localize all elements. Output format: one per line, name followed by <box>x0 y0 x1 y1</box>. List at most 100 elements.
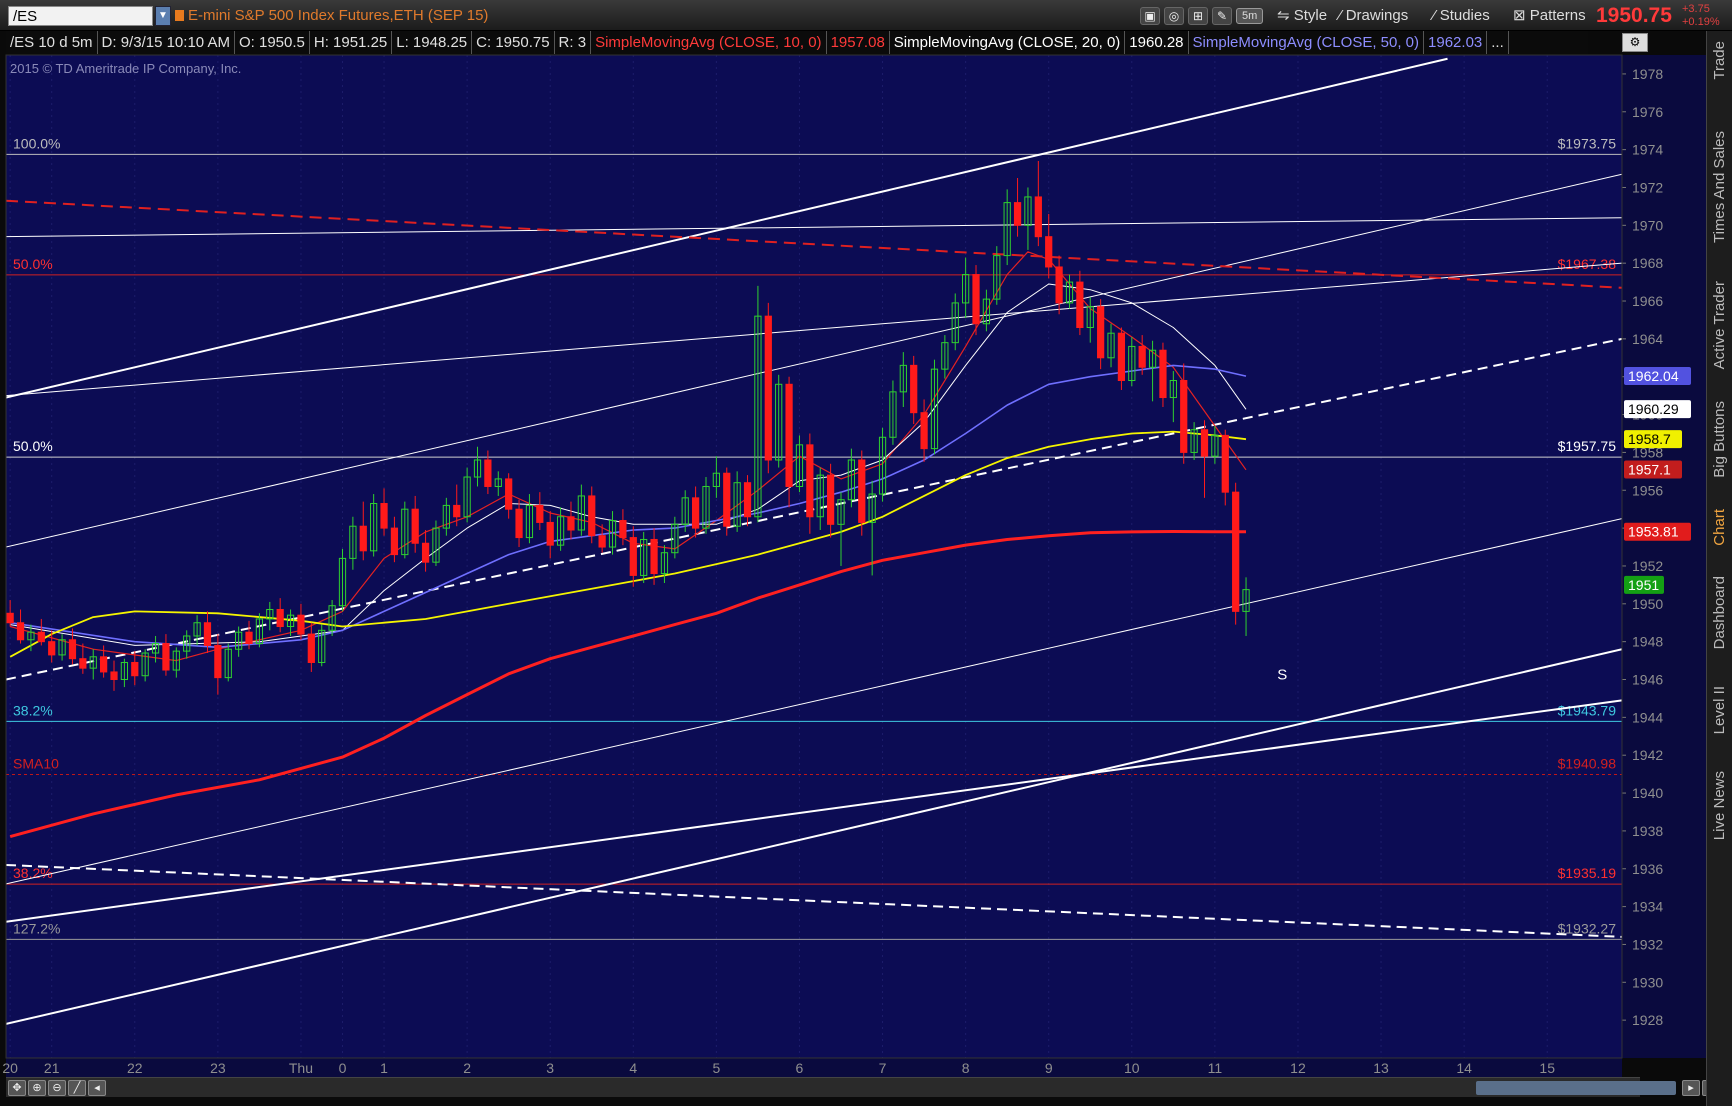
y-tick-label: 1936 <box>1632 861 1663 877</box>
right-sidebar: Trade Times And Sales Active Trader Big … <box>1706 31 1732 1106</box>
chart-scrollbar[interactable] <box>1476 1081 1676 1095</box>
y-tick-label: 1944 <box>1632 709 1663 725</box>
price-marker-label: 1958.7 <box>1628 431 1671 447</box>
candle-body <box>100 656 108 673</box>
y-tick-label: 1976 <box>1632 104 1663 120</box>
candle-body <box>1045 236 1053 268</box>
y-tick-label: 1932 <box>1632 936 1663 952</box>
fib-level-percent: 100.0% <box>13 135 60 151</box>
y-tick-label: 1950 <box>1632 596 1663 612</box>
plot-background <box>6 55 1622 1058</box>
zoom-out-icon[interactable]: ⊖ <box>48 1080 66 1096</box>
sidebar-tab-dashboard[interactable]: Dashboard <box>1707 576 1732 676</box>
x-tick-label: 12 <box>1290 1060 1306 1076</box>
candle-body <box>785 383 793 487</box>
candle-body <box>827 474 835 525</box>
sidebar-tab-trade[interactable]: Trade <box>1707 41 1732 121</box>
x-tick-label: 11 <box>1208 1060 1223 1076</box>
scroll-right-icon[interactable]: ▸ <box>1682 1080 1700 1096</box>
x-tick-label: 20 <box>2 1060 18 1076</box>
price-marker-label: 1957.1 <box>1628 461 1671 477</box>
sidebar-tab-label: Level II <box>1711 686 1728 735</box>
price-chart[interactable]: 2015 © TD Ameritrade IP Company, Inc.100… <box>0 0 1706 1077</box>
drawing-mode-icon[interactable]: ╱ <box>68 1080 86 1096</box>
y-tick-label: 1928 <box>1632 1012 1663 1028</box>
x-tick-label: 10 <box>1124 1060 1140 1076</box>
sidebar-tab-label: Chart <box>1711 509 1728 546</box>
candle-body <box>743 482 752 518</box>
candle-body <box>546 521 554 546</box>
candle-body <box>214 644 222 679</box>
y-tick-label: 1952 <box>1632 558 1663 574</box>
y-tick-label: 1968 <box>1632 255 1663 271</box>
candle-body <box>567 516 575 531</box>
fib-level-percent: 127.2% <box>13 920 60 936</box>
y-tick-label: 1974 <box>1632 142 1663 158</box>
x-tick-label: 23 <box>210 1060 226 1076</box>
x-tick-label: 0 <box>339 1060 347 1076</box>
fib-level-percent: 50.0% <box>13 256 53 272</box>
sidebar-tab-chart[interactable]: Chart <box>1707 509 1732 564</box>
sell-annotation: S <box>1277 667 1287 684</box>
candle-body <box>1159 349 1167 399</box>
candle-body <box>1221 434 1229 493</box>
sidebar-tab-label: Active Trader <box>1711 281 1728 370</box>
pan-icon[interactable]: ✥ <box>8 1080 26 1096</box>
zoom-in-icon[interactable]: ⊕ <box>28 1080 46 1096</box>
candle-body <box>131 661 139 677</box>
sidebar-tab-label: Big Buttons <box>1711 401 1728 478</box>
candle-body <box>536 504 544 523</box>
candle-body <box>421 542 430 563</box>
x-tick-label: 13 <box>1373 1060 1389 1076</box>
candle-body <box>1138 345 1146 368</box>
sidebar-tab-level-ii[interactable]: Level II <box>1707 686 1732 761</box>
candle-body <box>245 631 253 645</box>
fib-level-percent: 38.2% <box>13 702 53 718</box>
candle-body <box>68 639 77 660</box>
y-tick-label: 1942 <box>1632 747 1663 763</box>
candle-body <box>37 631 45 643</box>
fib-level-percent: 50.0% <box>13 438 53 454</box>
price-marker-label: 1951 <box>1628 577 1659 593</box>
candle-body <box>1232 491 1240 612</box>
candle-body <box>1200 429 1209 457</box>
candle-body <box>619 520 627 539</box>
sidebar-tab-live-news[interactable]: Live News <box>1707 771 1732 861</box>
candle-body <box>307 633 315 663</box>
candle-body <box>16 622 25 641</box>
y-tick-label: 1940 <box>1632 785 1663 801</box>
price-marker-label: 1953.81 <box>1628 524 1679 540</box>
copyright-text: 2015 © TD Ameritrade IP Company, Inc. <box>10 61 241 76</box>
candle-body <box>411 508 419 544</box>
candle-body <box>598 535 606 548</box>
x-tick-label: 2 <box>463 1060 471 1076</box>
x-tick-label: 15 <box>1539 1060 1555 1076</box>
x-tick-label: 8 <box>962 1060 970 1076</box>
y-tick-label: 1978 <box>1632 66 1663 82</box>
candle-body <box>203 622 212 646</box>
candle-body <box>110 671 118 681</box>
y-tick-label: 1970 <box>1632 217 1663 233</box>
x-tick-label: 5 <box>712 1060 720 1076</box>
candle-body <box>1076 281 1084 329</box>
sidebar-tab-big-buttons[interactable]: Big Buttons <box>1707 401 1732 501</box>
candle-body <box>1055 266 1063 304</box>
candle-body <box>691 497 700 529</box>
sidebar-tab-label: Trade <box>1711 41 1728 80</box>
candle-body <box>453 504 461 518</box>
price-marker-label: 1960.29 <box>1628 401 1679 417</box>
sidebar-tab-times-and-sales[interactable]: Times And Sales <box>1707 131 1732 271</box>
x-tick-label: 6 <box>796 1060 804 1076</box>
candle-body <box>764 315 772 461</box>
y-tick-label: 1930 <box>1632 974 1663 990</box>
scroll-left-icon[interactable]: ◂ <box>88 1080 106 1096</box>
x-tick-label: 4 <box>629 1060 637 1076</box>
sidebar-tab-label: Dashboard <box>1711 576 1728 650</box>
candle-body <box>162 643 170 671</box>
sidebar-tab-label: Times And Sales <box>1711 131 1728 243</box>
sidebar-tab-active-trader[interactable]: Active Trader <box>1707 281 1732 391</box>
candle-body <box>806 444 814 518</box>
fib-level-price: $1940.98 <box>1558 756 1617 772</box>
candle-body <box>723 472 731 527</box>
fib-level-percent: SMA10 <box>13 756 59 772</box>
